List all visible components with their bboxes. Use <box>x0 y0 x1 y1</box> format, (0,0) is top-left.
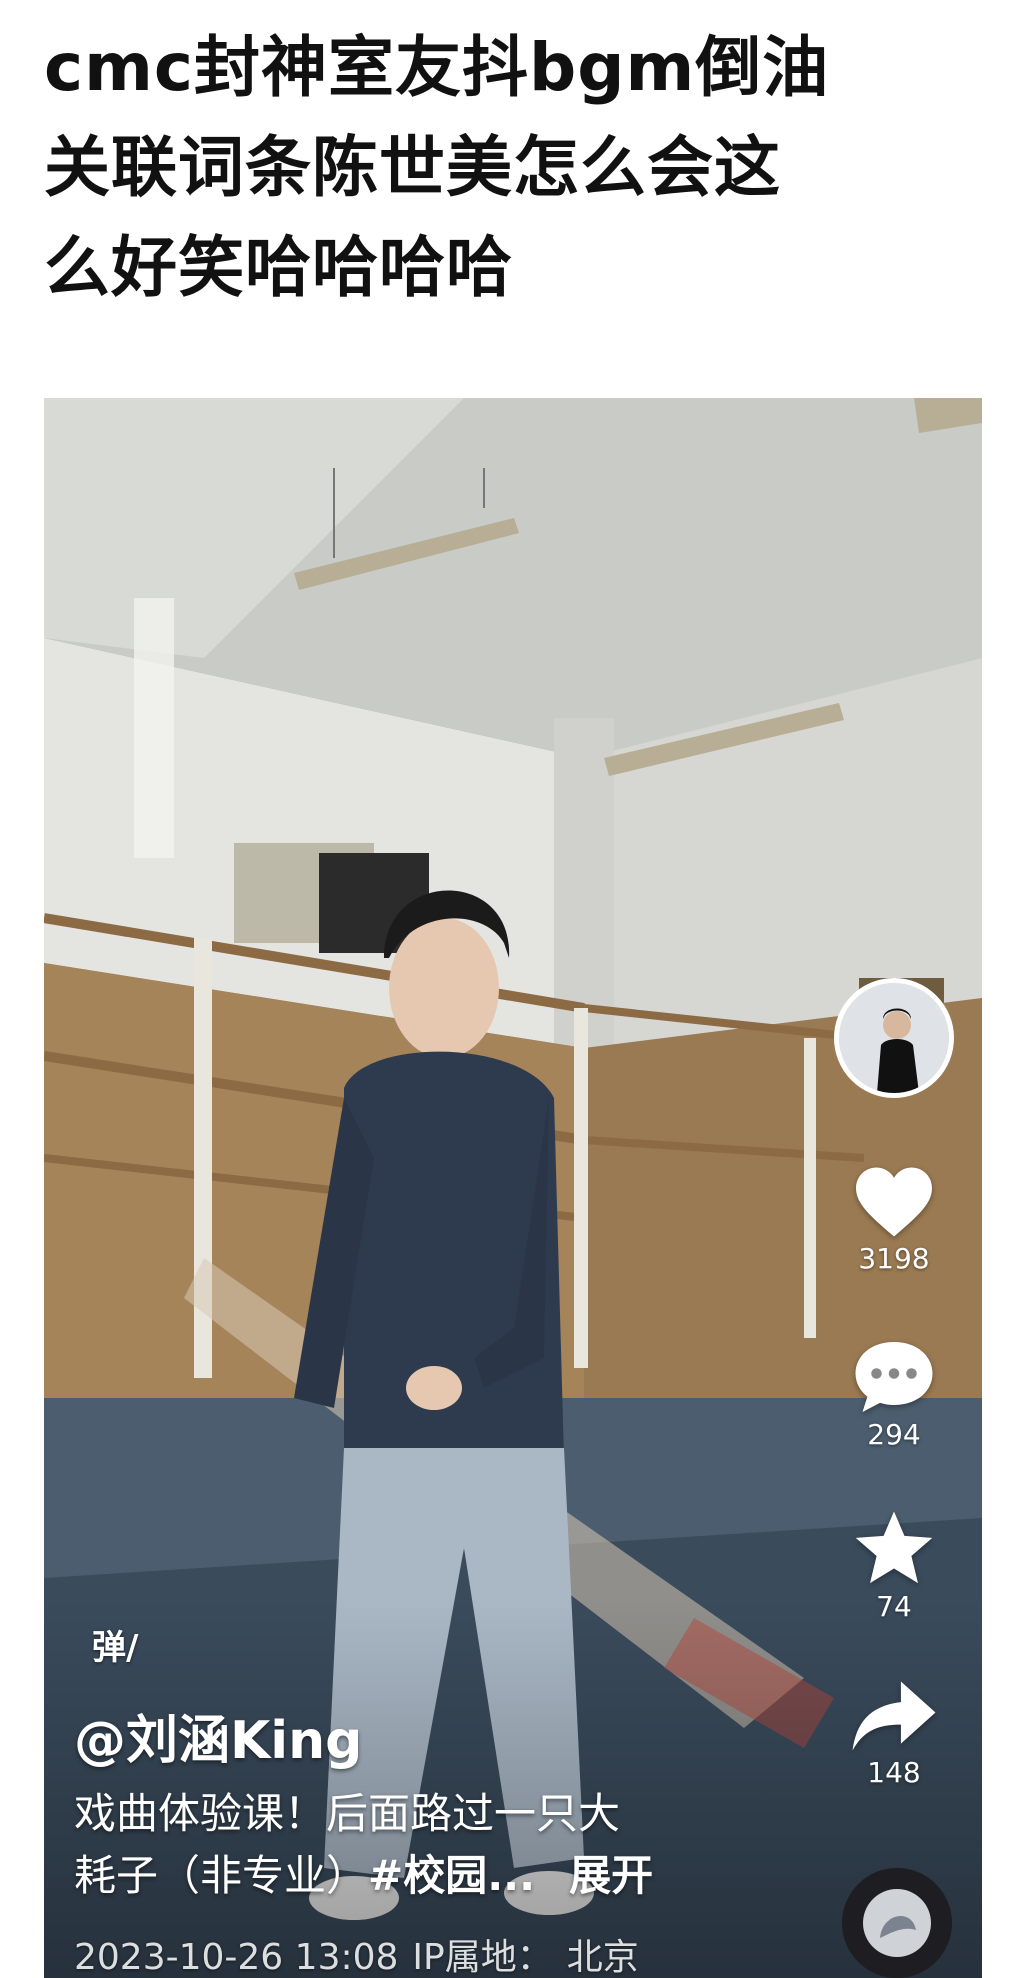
comment-icon <box>855 1342 933 1412</box>
post-meta: 2023-10-26 13:08 IP属地： 北京 <box>74 1928 653 1978</box>
ip-location: 北京 <box>566 1937 639 1978</box>
article-headline: cmc封神室友抖bgm倒油 关联词条陈世美怎么会这 么好笑哈哈哈哈 <box>44 18 984 318</box>
headline-line-2: 关联词条陈世美怎么会这 <box>44 129 781 206</box>
caption-line-1: 戏曲体验课！后面路过一只大 <box>74 1789 621 1838</box>
headline-line-1: cmc封神室友抖bgm倒油 <box>44 29 830 106</box>
favorite-count: 74 <box>876 1590 912 1623</box>
caption-line-2: 耗子（非专业）#校园... 展开 <box>74 1845 794 1907</box>
expand-button[interactable]: 展开 <box>569 1851 653 1900</box>
danmu-slash-icon: / <box>126 1628 139 1668</box>
danmu-toggle[interactable]: 弹/ <box>92 1620 138 1669</box>
author-name[interactable]: @刘涵King <box>74 1698 362 1773</box>
avatar[interactable] <box>834 978 954 1098</box>
caption-text: 耗子（非专业） <box>74 1851 369 1900</box>
ip-label: IP属地： <box>412 1937 553 1978</box>
share-icon <box>852 1681 936 1751</box>
video-caption: 戏曲体验课！后面路过一只大 耗子（非专业）#校园... 展开 <box>74 1783 794 1907</box>
comment-count: 294 <box>867 1418 921 1451</box>
music-disc[interactable] <box>842 1868 952 1978</box>
music-disc-icon <box>842 1868 952 1978</box>
post-date: 2023-10-26 13:08 <box>74 1937 399 1978</box>
like-button[interactable]: 3198 <box>834 1164 954 1275</box>
hashtag-link[interactable]: #校园... <box>368 1851 535 1900</box>
headline-line-3: 么好笑哈哈哈哈 <box>44 229 513 306</box>
share-count: 148 <box>867 1756 921 1789</box>
heart-icon <box>856 1167 932 1237</box>
video-screenshot[interactable]: 弹/ @刘涵King 戏曲体验课！后面路过一只大 耗子（非专业）#校园... 展开… <box>44 398 982 1978</box>
like-count: 3198 <box>858 1242 930 1275</box>
share-button[interactable]: 148 <box>834 1678 954 1789</box>
avatar-image <box>839 983 949 1093</box>
star-icon <box>855 1511 933 1584</box>
favorite-button[interactable]: 74 <box>834 1508 954 1623</box>
comment-button[interactable]: 294 <box>834 1338 954 1451</box>
danmu-label: 弹 <box>92 1628 126 1668</box>
